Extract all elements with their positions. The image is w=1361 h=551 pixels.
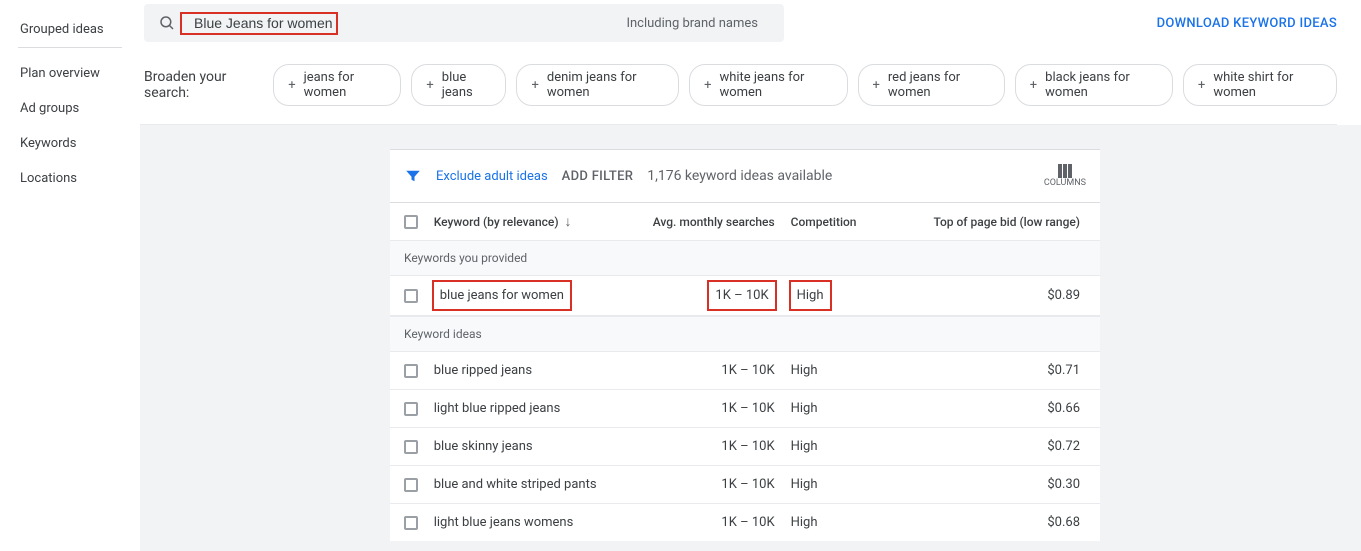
col-header-keyword[interactable]: Keyword (by relevance)↓ <box>434 213 650 230</box>
chip-label: white jeans for women <box>719 70 832 100</box>
avg-searches-cell: 1K – 10K <box>650 515 785 530</box>
chip-label: black jeans for women <box>1045 70 1158 100</box>
competition-cell: High <box>785 363 932 378</box>
bid-cell: $0.66 <box>931 401 1086 416</box>
col-header-bid[interactable]: Top of page bid (low range) <box>931 215 1086 229</box>
plus-icon: + <box>531 78 538 93</box>
broaden-chip[interactable]: + red jeans for women <box>858 64 1005 106</box>
filter-icon[interactable] <box>404 167 422 185</box>
download-keyword-ideas-link[interactable]: DOWNLOAD KEYWORD IDEAS <box>1157 16 1337 31</box>
competition-cell: High <box>785 515 932 530</box>
competition-cell: High <box>785 401 932 416</box>
bid-cell: $0.72 <box>931 439 1086 454</box>
plus-icon: + <box>704 78 711 93</box>
avg-searches-cell: 1K – 10K <box>650 439 785 454</box>
section-keyword-ideas: Keyword ideas <box>390 316 1100 352</box>
keyword-cell: blue jeans for women <box>434 282 570 309</box>
table-row[interactable]: blue ripped jeans 1K – 10K High $0.71 <box>390 352 1100 390</box>
search-box[interactable]: Including brand names <box>144 4 784 42</box>
competition-cell: High <box>785 477 932 492</box>
table-row[interactable]: light blue jeans womens 1K – 10K High $0… <box>390 504 1100 541</box>
including-brand-names-label: Including brand names <box>626 16 758 31</box>
broaden-chip[interactable]: + jeans for women <box>273 64 401 106</box>
bid-cell: $0.30 <box>931 477 1086 492</box>
arrow-down-icon: ↓ <box>565 213 572 230</box>
bid-cell: $0.71 <box>931 363 1086 378</box>
columns-label: COLUMNS <box>1044 178 1086 188</box>
keyword-ideas-card: Exclude adult ideas ADD FILTER 1,176 key… <box>390 149 1100 541</box>
broaden-search-bar: Broaden your search: + jeans for women + b… <box>140 46 1337 125</box>
broaden-chip[interactable]: + denim jeans for women <box>516 64 679 106</box>
sidebar: Grouped ideas Plan overview Ad groups Ke… <box>0 0 140 208</box>
row-checkbox[interactable] <box>404 478 418 492</box>
filter-bar: Exclude adult ideas ADD FILTER 1,176 key… <box>390 150 1100 202</box>
keyword-cell: blue ripped jeans <box>434 363 650 378</box>
plus-icon: + <box>426 78 433 93</box>
ideas-available-text: 1,176 keyword ideas available <box>647 168 832 184</box>
chip-label: red jeans for women <box>888 70 990 100</box>
table-row[interactable]: blue skinny jeans 1K – 10K High $0.72 <box>390 428 1100 466</box>
avg-searches-cell: 1K – 10K <box>650 477 785 492</box>
search-highlight <box>182 14 336 33</box>
table-row[interactable]: blue and white striped pants 1K – 10K Hi… <box>390 466 1100 504</box>
table-row[interactable]: blue jeans for women 1K – 10K High $0.89 <box>390 276 1100 316</box>
sidebar-item-plan-overview[interactable]: Plan overview <box>0 56 140 91</box>
columns-button[interactable]: COLUMNS <box>1044 164 1086 188</box>
chip-label: denim jeans for women <box>547 70 664 100</box>
row-checkbox[interactable] <box>404 289 418 303</box>
sidebar-item-grouped-ideas[interactable]: Grouped ideas <box>18 12 122 48</box>
exclude-adult-ideas-link[interactable]: Exclude adult ideas <box>436 169 548 184</box>
broaden-chip[interactable]: + black jeans for women <box>1015 64 1173 106</box>
bid-cell: $0.68 <box>931 515 1086 530</box>
broaden-chip[interactable]: + blue jeans <box>411 64 506 106</box>
plus-icon: + <box>288 78 295 93</box>
select-all-checkbox[interactable] <box>404 215 418 229</box>
avg-searches-cell: 1K – 10K <box>650 363 785 378</box>
plus-icon: + <box>873 78 880 93</box>
search-icon <box>158 14 176 32</box>
sidebar-item-keywords[interactable]: Keywords <box>0 126 140 161</box>
competition-cell: High <box>785 439 932 454</box>
row-checkbox[interactable] <box>404 364 418 378</box>
search-input[interactable] <box>194 15 334 31</box>
row-checkbox[interactable] <box>404 440 418 454</box>
chip-label: jeans for women <box>304 70 387 100</box>
col-header-competition[interactable]: Competition <box>785 215 932 229</box>
row-checkbox[interactable] <box>404 402 418 416</box>
avg-searches-cell: 1K – 10K <box>650 401 785 416</box>
columns-icon <box>1058 164 1072 178</box>
keyword-cell: blue and white striped pants <box>434 477 650 492</box>
keyword-cell: light blue jeans womens <box>434 515 650 530</box>
broaden-chip[interactable]: + white shirt for women <box>1183 64 1337 106</box>
avg-searches-cell: 1K – 10K <box>709 282 774 309</box>
broaden-label: Broaden your search: <box>144 69 259 101</box>
chip-label: white shirt for women <box>1213 70 1322 100</box>
chip-label: blue jeans <box>442 70 492 100</box>
sidebar-item-locations[interactable]: Locations <box>0 161 140 196</box>
plus-icon: + <box>1030 78 1037 93</box>
sidebar-item-ad-groups[interactable]: Ad groups <box>0 91 140 126</box>
plus-icon: + <box>1198 78 1205 93</box>
col-header-avg-searches[interactable]: Avg. monthly searches <box>650 215 785 229</box>
keyword-cell: light blue ripped jeans <box>434 401 650 416</box>
table-row[interactable]: light blue ripped jeans 1K – 10K High $0… <box>390 390 1100 428</box>
row-checkbox[interactable] <box>404 516 418 530</box>
add-filter-button[interactable]: ADD FILTER <box>562 169 634 184</box>
bid-cell: $0.89 <box>931 288 1086 303</box>
competition-cell: High <box>791 282 830 309</box>
table-header: Keyword (by relevance)↓ Avg. monthly sea… <box>390 202 1100 240</box>
keyword-cell: blue skinny jeans <box>434 439 650 454</box>
broaden-chip[interactable]: + white jeans for women <box>689 64 847 106</box>
section-keywords-provided: Keywords you provided <box>390 240 1100 276</box>
